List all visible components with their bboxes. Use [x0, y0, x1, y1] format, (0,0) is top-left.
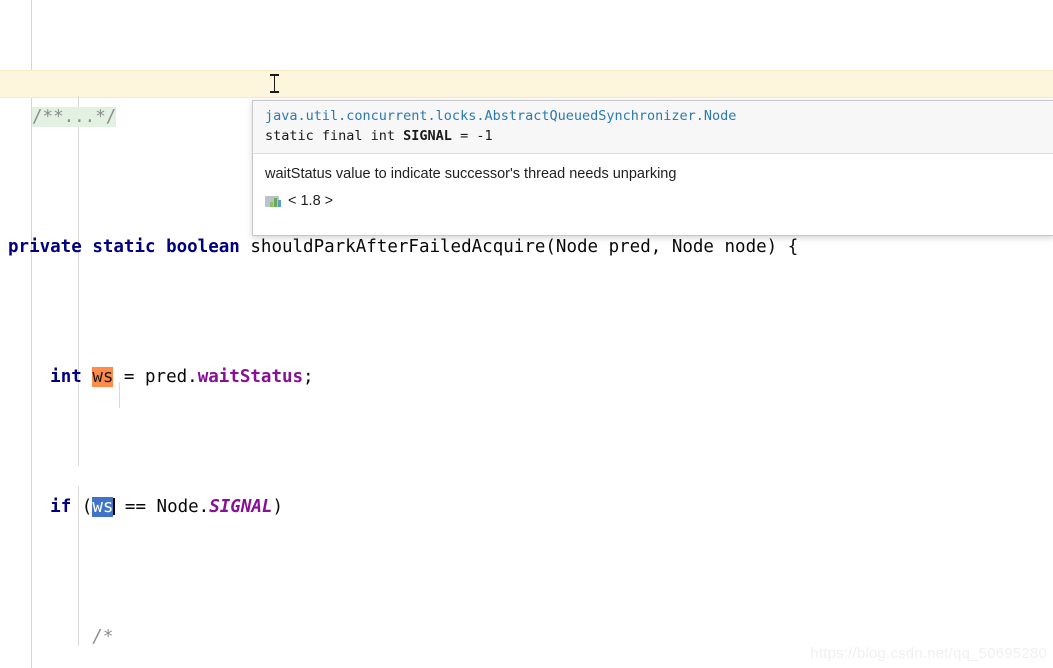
tooltip-source-version: < 1.8 >	[288, 193, 334, 209]
field-waitstatus: waitStatus	[197, 367, 304, 387]
constant-signal[interactable]: SIGNAL	[209, 497, 272, 517]
code-line-if-signal[interactable]: if (ws == Node.SIGNAL)	[0, 494, 1053, 520]
keyword-private: private	[8, 237, 82, 257]
tooltip-source-row: < 1.8 >	[265, 193, 1042, 209]
signature-suffix: = -1	[451, 128, 493, 144]
keyword-int: int	[50, 367, 82, 387]
tooltip-qualified-name[interactable]: java.util.concurrent.locks.AbstractQueue…	[265, 107, 1044, 126]
semicolon: ;	[303, 367, 314, 387]
code-line-method-signature[interactable]: private static boolean shouldParkAfterFa…	[0, 234, 1053, 260]
tooltip-body: waitStatus value to indicate successor's…	[253, 154, 1053, 235]
paren-open: (	[71, 497, 93, 517]
method-declaration: shouldParkAfterFailedAcquire(Node pred, …	[239, 237, 799, 257]
assignment-text: = pred.	[113, 367, 198, 387]
paren-close: )	[272, 497, 283, 517]
comment-open: /*	[8, 627, 114, 647]
library-module-icon	[265, 194, 281, 208]
fold-marker[interactable]: /**...*/	[32, 107, 117, 127]
keyword-boolean: boolean	[166, 237, 240, 257]
keyword-static: static	[92, 237, 156, 257]
signature-prefix: static final int	[265, 128, 404, 144]
signature-name: SIGNAL	[403, 128, 452, 144]
tooltip-description: waitStatus value to indicate successor's…	[265, 166, 677, 182]
watermark: https://blog.csdn.net/qq_50695280	[810, 645, 1047, 662]
tooltip-signature: static final int SIGNAL = -1	[265, 126, 1044, 146]
comparison-text: == Node.	[114, 497, 210, 517]
tooltip-header: java.util.concurrent.locks.AbstractQueue…	[253, 101, 1053, 154]
occurrence-highlight-ws[interactable]: ws	[92, 367, 114, 387]
code-line-int-ws[interactable]: int ws = pred.waitStatus;	[0, 364, 1053, 390]
documentation-tooltip[interactable]: java.util.concurrent.locks.AbstractQueue…	[252, 100, 1053, 236]
selected-token-ws[interactable]: ws	[92, 497, 114, 517]
keyword-if: if	[50, 497, 72, 517]
code-editor[interactable]: /**...*/ private static boolean shouldPa…	[0, 0, 1053, 668]
